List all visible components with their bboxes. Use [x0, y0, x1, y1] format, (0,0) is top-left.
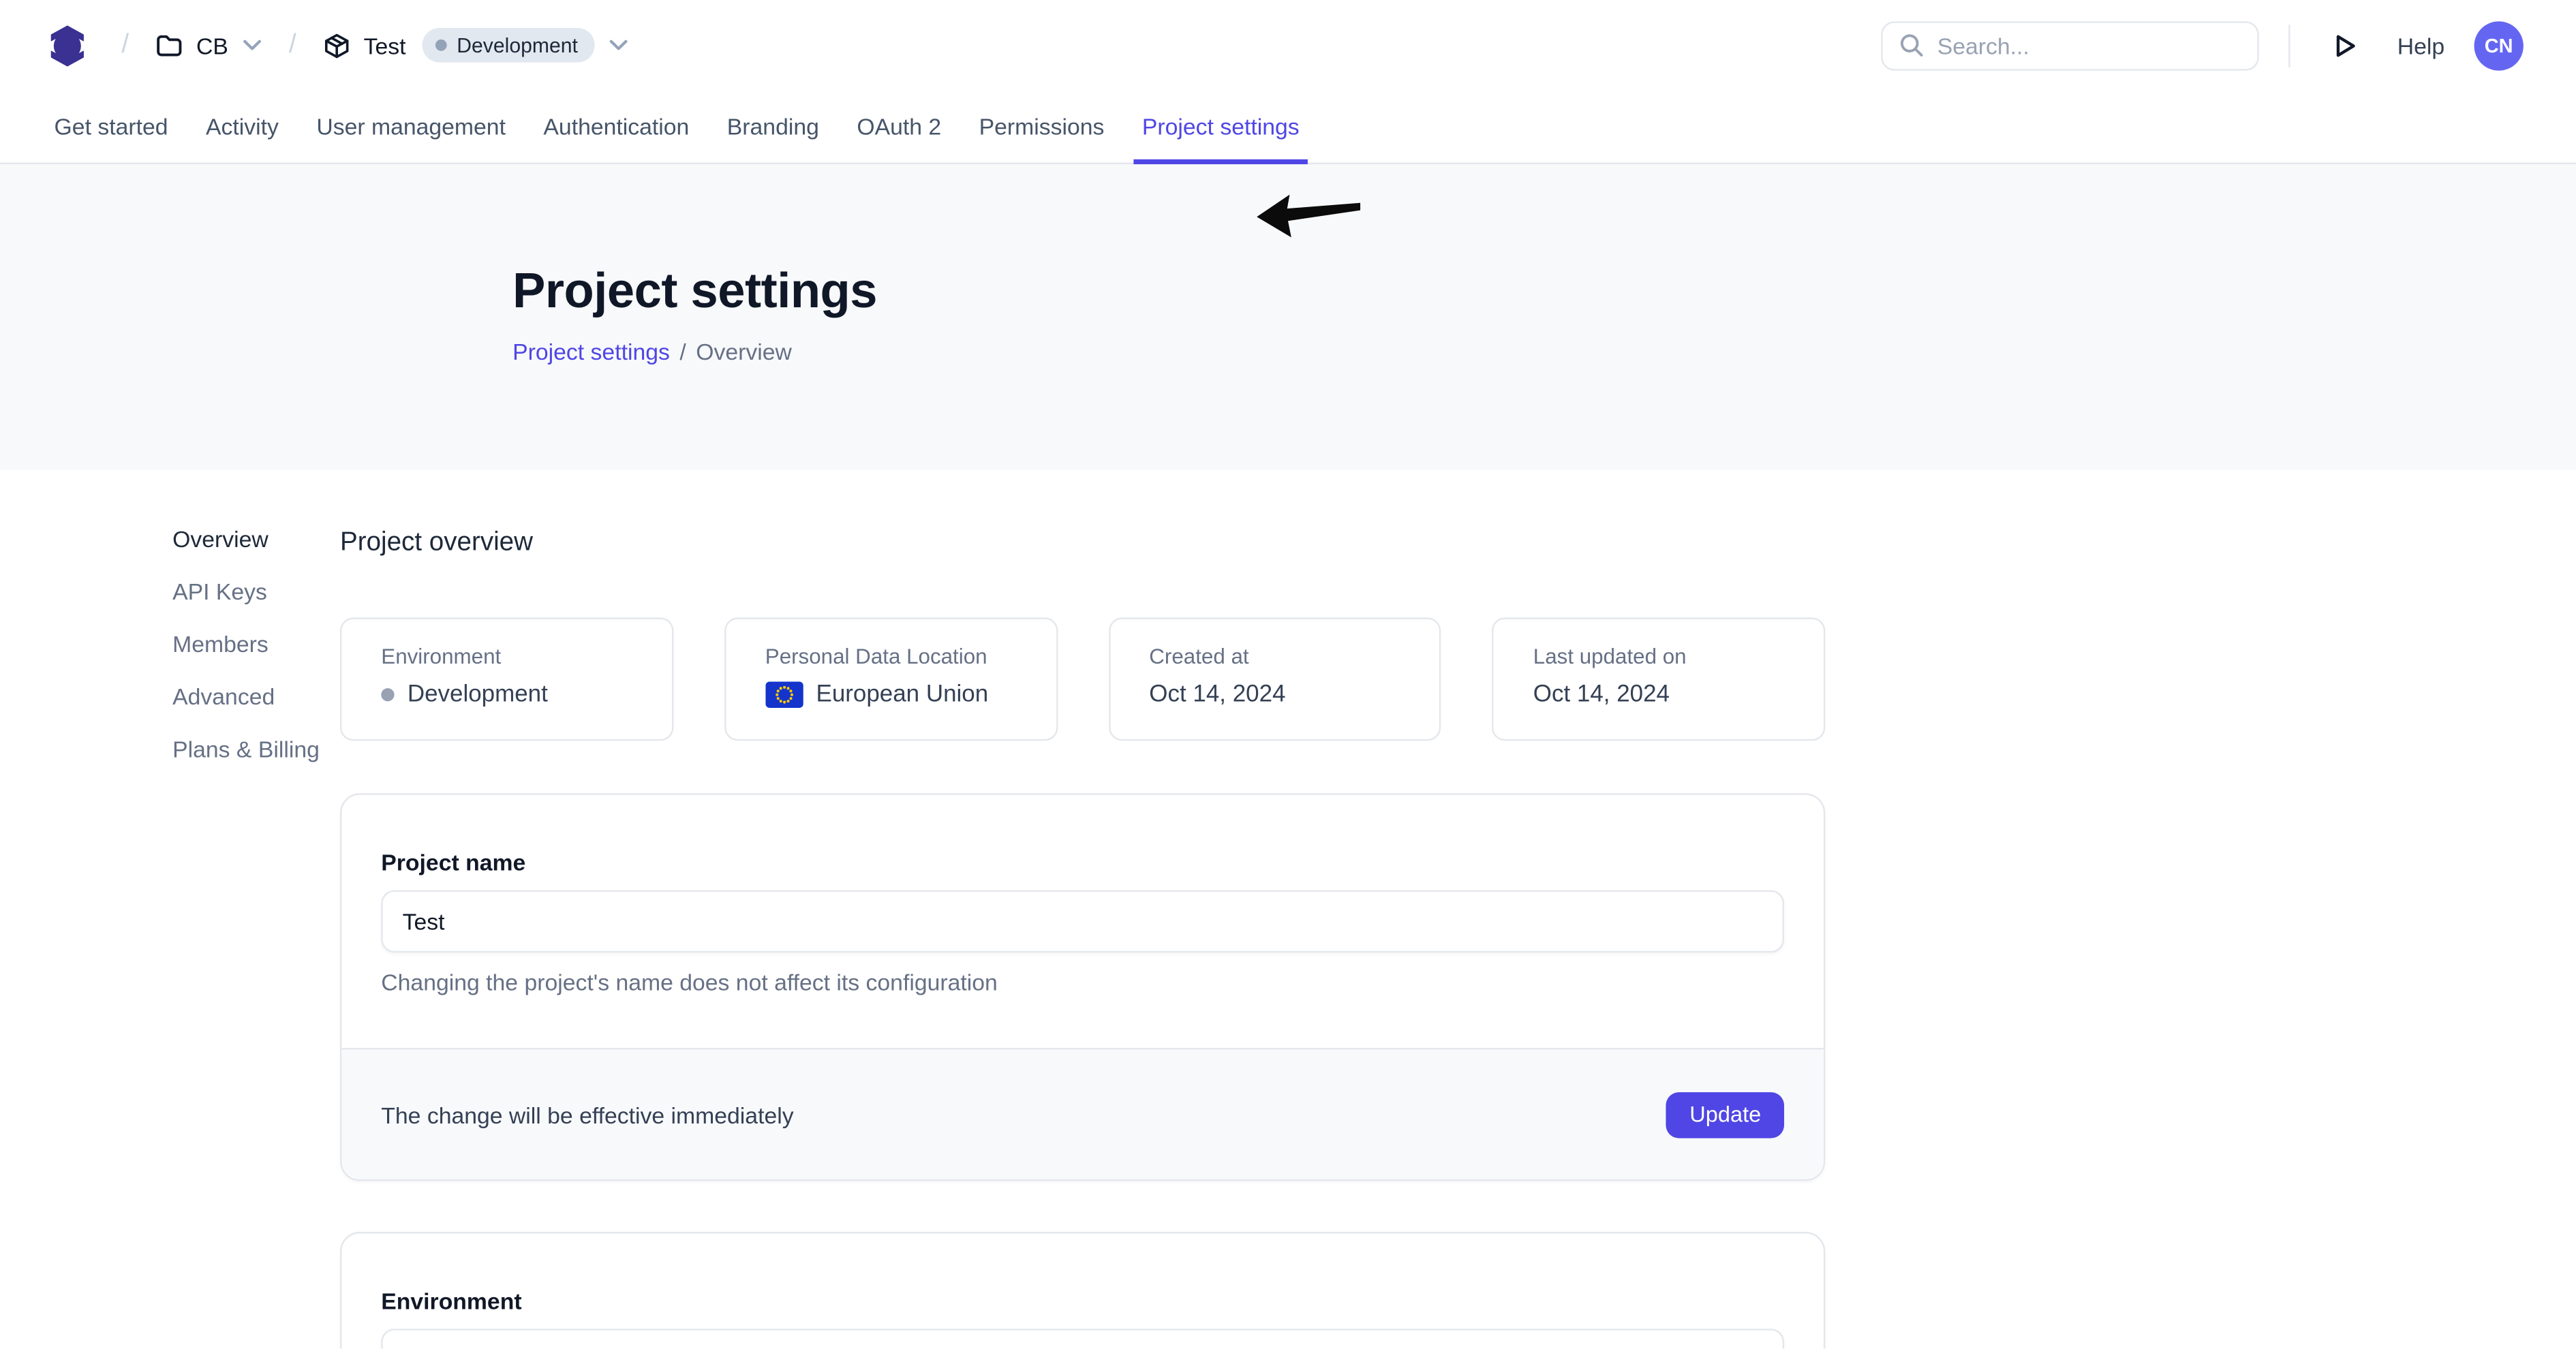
- app-logo-icon[interactable]: [41, 19, 93, 72]
- project-name-input[interactable]: [381, 890, 1784, 953]
- card-value: European Union: [816, 681, 989, 708]
- breadcrumb-current: Overview: [696, 339, 792, 365]
- avatar[interactable]: CN: [2474, 20, 2524, 69]
- tab-user-management[interactable]: User management: [313, 91, 509, 163]
- topbar-actions: Help CN: [1882, 20, 2524, 69]
- tab-oauth2[interactable]: OAuth 2: [854, 91, 945, 163]
- package-icon: [324, 32, 351, 59]
- environment-card-title: Environment: [381, 1288, 1784, 1314]
- content-area: Overview API Keys Members Advanced Plans…: [0, 469, 2576, 1348]
- main-nav-tabs: Get started Activity User management Aut…: [0, 91, 2576, 164]
- environment-select-value: Development: [427, 1347, 1728, 1348]
- sidebar-item-overview[interactable]: Overview: [172, 527, 340, 551]
- separator-slash: /: [121, 31, 129, 60]
- breadcrumb-link-project-settings[interactable]: Project settings: [512, 339, 670, 365]
- project-name-helper: Changing the project's name does not aff…: [381, 969, 1784, 995]
- help-link[interactable]: Help: [2397, 32, 2444, 59]
- folder-icon: [157, 33, 183, 57]
- play-icon[interactable]: [2333, 32, 2358, 59]
- environment-badge: Development: [423, 28, 594, 63]
- status-dot-icon: [381, 688, 394, 701]
- project-name-card-title: Project name: [381, 849, 1784, 875]
- card-value: Development: [408, 681, 548, 708]
- separator-slash: /: [289, 31, 296, 60]
- tab-project-settings[interactable]: Project settings: [1139, 91, 1302, 163]
- project-switcher[interactable]: Test Development: [324, 28, 627, 63]
- card-data-location: Personal Data Location: [724, 617, 1058, 741]
- breadcrumb-separator: /: [679, 339, 686, 365]
- tab-branding[interactable]: Branding: [724, 91, 823, 163]
- card-created-at: Created at Oct 14, 2024: [1108, 617, 1441, 741]
- project-name: Test: [364, 32, 406, 59]
- environment-select[interactable]: Development: [381, 1329, 1784, 1348]
- search-input[interactable]: [1937, 32, 2241, 59]
- eu-flag-icon: [765, 681, 803, 708]
- breadcrumb: / CB /: [41, 19, 627, 72]
- sidebar-item-advanced[interactable]: Advanced: [172, 685, 340, 708]
- status-dot-icon: [435, 40, 447, 51]
- section-heading: Project overview: [340, 531, 1825, 557]
- card-label: Personal Data Location: [765, 644, 1056, 668]
- environment-badge-label: Development: [457, 33, 578, 57]
- settings-sidenav: Overview API Keys Members Advanced Plans…: [0, 469, 340, 1348]
- overview-cards: Environment Development Personal Data Lo…: [340, 617, 1825, 741]
- project-name-card: Project name Changing the project's name…: [340, 793, 1825, 1181]
- chevron-down-icon: [609, 40, 628, 51]
- update-button[interactable]: Update: [1667, 1091, 1784, 1138]
- search-box: [1882, 20, 2259, 69]
- tab-activity[interactable]: Activity: [202, 91, 282, 163]
- project-name-card-footer: The change will be effective immediately…: [341, 1048, 1823, 1179]
- chevron-down-icon: [243, 40, 262, 51]
- main-panel: Project overview Environment Development…: [340, 469, 1825, 1348]
- topbar: / CB /: [0, 0, 2576, 91]
- page-title: Project settings: [512, 266, 2576, 319]
- search-icon: [1899, 33, 1924, 57]
- footer-note: The change will be effective immediately: [381, 1101, 793, 1128]
- sidebar-item-plans-billing[interactable]: Plans & Billing: [172, 737, 340, 760]
- card-label: Last updated on: [1533, 644, 1824, 668]
- org-name: CB: [196, 32, 228, 59]
- tab-permissions[interactable]: Permissions: [976, 91, 1107, 163]
- divider: [2289, 24, 2290, 67]
- card-label: Created at: [1149, 644, 1439, 668]
- environment-card: Environment Development: [340, 1232, 1825, 1348]
- card-environment: Environment Development: [340, 617, 673, 741]
- org-switcher[interactable]: CB: [157, 32, 261, 59]
- card-value: Oct 14, 2024: [1149, 681, 1285, 708]
- sidebar-item-members[interactable]: Members: [172, 632, 340, 655]
- app-root: / CB /: [0, 0, 2576, 1348]
- card-label: Environment: [381, 644, 671, 668]
- card-last-updated: Last updated on Oct 14, 2024: [1492, 617, 1826, 741]
- page-header: Project settings Project settings / Over…: [0, 164, 2576, 469]
- tab-get-started[interactable]: Get started: [51, 91, 172, 163]
- sidebar-item-api-keys[interactable]: API Keys: [172, 580, 340, 603]
- card-value: Oct 14, 2024: [1533, 681, 1670, 708]
- page-breadcrumb: Project settings / Overview: [512, 339, 2576, 365]
- tab-authentication[interactable]: Authentication: [540, 91, 693, 163]
